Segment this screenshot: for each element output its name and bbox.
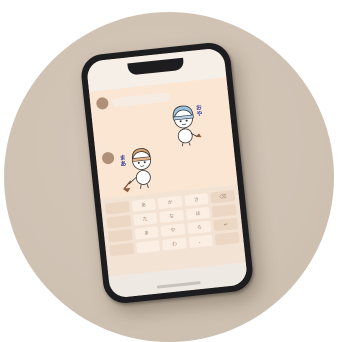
phone-screen: おや まあ あ か さ ⌫ た な は ま や ら ↵ わ 、 [85, 47, 249, 299]
sticker-character-brown-cap[interactable]: まあ [117, 145, 164, 195]
keyboard-key[interactable] [109, 242, 134, 257]
keyboard-keys: あ か さ ⌫ た な は ま や ら ↵ わ 、 [104, 190, 240, 257]
keyboard-key[interactable]: か [157, 195, 183, 210]
message-bubble [111, 92, 171, 108]
keyboard-key[interactable]: あ [131, 198, 156, 212]
chat-area: おや まあ [89, 77, 238, 200]
keyboard-key[interactable]: ま [134, 226, 159, 240]
keyboard-key[interactable]: な [159, 209, 184, 223]
smartphone: おや まあ あ か さ ⌫ た な は ま や ら ↵ わ 、 [79, 40, 255, 306]
backspace-key[interactable]: ⌫ [210, 190, 236, 204]
sticker-caption-received: おや [194, 104, 203, 117]
keyboard-key[interactable]: は [185, 206, 211, 221]
keyboard-key[interactable]: や [160, 223, 186, 237]
keyboard-key[interactable]: わ [162, 237, 187, 251]
sticker-caption-sent: まあ [117, 154, 127, 167]
enter-key[interactable]: ↵ [213, 217, 239, 232]
keyboard-key[interactable] [107, 229, 133, 243]
keyboard-key[interactable]: さ [184, 192, 209, 207]
contact-avatar-2[interactable] [101, 151, 115, 165]
keyboard-key[interactable]: た [132, 212, 158, 226]
keyboard-key[interactable] [104, 201, 130, 215]
keyboard-key[interactable]: 、 [188, 234, 214, 249]
keyboard: あ か さ ⌫ た な は ま や ら ↵ わ 、 [100, 184, 246, 277]
character-brown-cap-icon [122, 148, 151, 193]
contact-avatar[interactable] [95, 96, 109, 110]
keyboard-key[interactable] [135, 240, 161, 254]
sticker-character-blue-cap[interactable]: おや [167, 102, 207, 150]
keyboard-key[interactable]: ら [187, 220, 212, 235]
keyboard-key[interactable] [106, 215, 131, 229]
keyboard-key[interactable] [215, 231, 240, 246]
keyboard-key[interactable] [212, 203, 237, 218]
home-indicator[interactable] [156, 281, 201, 289]
